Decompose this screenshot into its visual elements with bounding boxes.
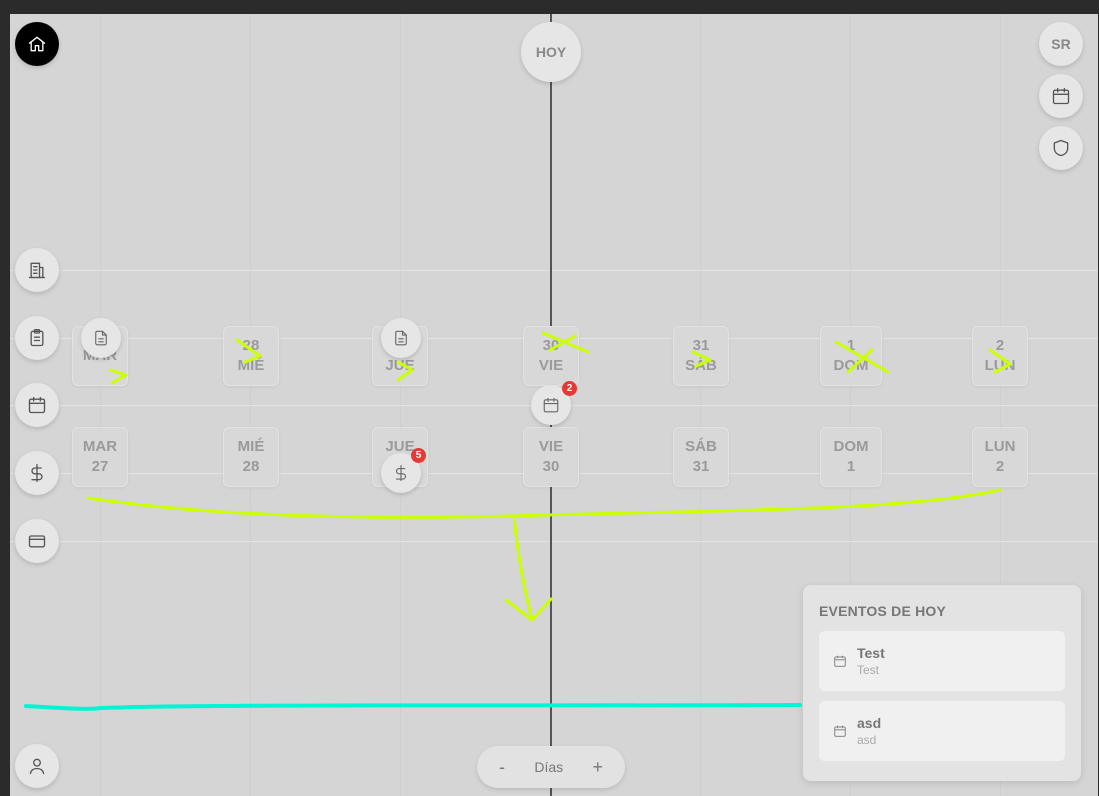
event-title: asd <box>857 715 882 731</box>
day-card-dow: MIÉ <box>237 357 265 374</box>
profile-button[interactable] <box>15 744 59 788</box>
day-card-dow: MIÉ <box>237 438 265 455</box>
day-card-day: 2 <box>995 337 1005 354</box>
document-icon <box>95 330 107 346</box>
day-card[interactable]: SÁB 31 <box>673 427 729 487</box>
day-card-dow: VIE <box>538 357 564 374</box>
calendar-count-badge: 2 <box>562 381 577 396</box>
home-button[interactable] <box>15 22 59 66</box>
lane-cards-button[interactable] <box>15 519 59 563</box>
payments-count-badge: 5 <box>411 448 426 463</box>
event-item[interactable]: asd asd <box>819 701 1065 761</box>
day-card-dow: VIE <box>538 438 564 455</box>
day-card-day: 27 <box>91 458 109 475</box>
day-card[interactable]: 30 VIE <box>523 326 579 386</box>
calendar-icon <box>834 655 846 667</box>
zoom-in-button[interactable]: + <box>592 757 603 778</box>
day-card[interactable]: 28 MIÉ <box>223 326 279 386</box>
security-button[interactable] <box>1039 126 1083 170</box>
zoom-out-button[interactable]: - <box>499 757 505 778</box>
day-card[interactable]: 31 SÁB <box>673 326 729 386</box>
day-card-dow: MAR <box>82 438 118 455</box>
day-card[interactable]: VIE 30 <box>523 427 579 487</box>
lane-calendar-button[interactable] <box>15 383 59 427</box>
day-card-dow: DOM <box>833 438 869 455</box>
day-card[interactable]: 2 LUN <box>972 326 1028 386</box>
day-card-dow: SÁB <box>685 438 717 455</box>
document-icon <box>395 330 407 346</box>
day-card[interactable]: MAR 27 <box>72 427 128 487</box>
day-card[interactable]: DOM 1 <box>820 427 882 487</box>
events-panel-title: EVENTOS DE HOY <box>819 603 947 619</box>
day-card-day: 30 <box>542 458 560 475</box>
day-card-day: 31 <box>692 337 710 354</box>
day-card-day: 31 <box>692 458 710 475</box>
day-card-dow: DOM <box>833 357 869 374</box>
calendar-button[interactable] <box>1039 74 1083 118</box>
event-item[interactable]: Test Test <box>819 631 1065 691</box>
day-card[interactable]: LUN 2 <box>972 427 1028 487</box>
document-event-marker[interactable] <box>81 318 121 358</box>
user-icon <box>29 758 45 775</box>
day-card-day: 28 <box>242 458 260 475</box>
dollar-icon <box>395 464 406 482</box>
day-card-day: 1 <box>846 458 856 475</box>
lane-line <box>10 270 1098 271</box>
day-card-dow: SÁB <box>685 357 717 374</box>
day-card-day: 30 <box>542 337 560 354</box>
day-card-dow: LUN <box>984 438 1016 455</box>
document-event-marker[interactable] <box>381 318 421 358</box>
home-icon <box>28 36 46 52</box>
calendar-icon <box>834 725 846 737</box>
day-card-day: 1 <box>846 337 856 354</box>
lane-tasks-button[interactable] <box>15 316 59 360</box>
zoom-level-label: Días <box>534 759 564 775</box>
day-card-day: 2 <box>995 458 1005 475</box>
user-avatar-button[interactable]: SR <box>1039 22 1083 66</box>
lane-line <box>10 541 1098 542</box>
todays-events-panel: EVENTOS DE HOY Test Test asd asd <box>803 585 1081 781</box>
building-icon <box>28 262 46 279</box>
day-card-dow: JUE <box>385 357 415 374</box>
event-title: Test <box>857 645 885 661</box>
zoom-control: - Días + <box>477 746 625 788</box>
event-subtitle: asd <box>857 733 877 747</box>
event-subtitle: Test <box>857 663 880 677</box>
calendar-icon <box>1052 87 1070 105</box>
dollar-icon <box>31 464 43 482</box>
day-card-day: 28 <box>242 337 260 354</box>
timeline-canvas[interactable]: MAR 28 MIÉ JUE 30 VIE 31 SÁB 1 DOM 2 LUN… <box>10 14 1098 796</box>
shield-icon <box>1053 139 1069 157</box>
clipboard-icon <box>30 329 44 347</box>
day-card-dow: LUN <box>984 357 1016 374</box>
lane-payments-button[interactable] <box>15 451 59 495</box>
lane-buildings-button[interactable] <box>15 248 59 292</box>
day-card[interactable]: 1 DOM <box>820 326 882 386</box>
today-button[interactable]: HOY <box>521 22 581 82</box>
credit-card-icon <box>28 535 46 548</box>
calendar-icon <box>543 397 559 413</box>
calendar-icon <box>28 396 46 414</box>
day-card[interactable]: MIÉ 28 <box>223 427 279 487</box>
